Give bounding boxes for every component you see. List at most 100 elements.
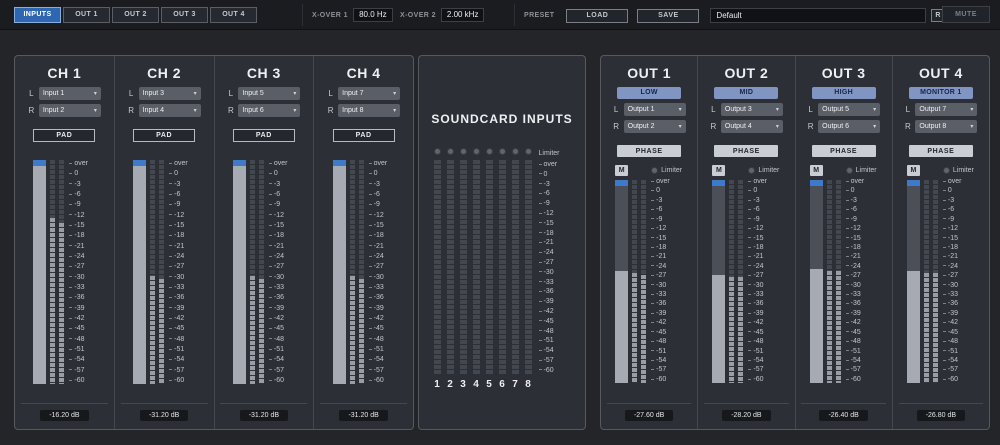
level-meter-left [729,180,735,383]
phase-button[interactable]: PHASE [908,145,973,157]
pad-button[interactable]: PAD [33,129,96,142]
limiter-row: Limiter [748,165,780,175]
right-output-select[interactable]: Output 6 ▾ [818,120,881,133]
level-meter [472,160,480,374]
right-output-select[interactable]: Output 8 ▾ [915,120,978,133]
fader-fill [809,269,823,383]
pad-button[interactable]: PAD [133,129,196,142]
channel-title: CH 4 [346,65,381,81]
left-input-select[interactable]: Input 1 ▾ [38,87,101,100]
gain-fader[interactable] [809,180,823,383]
gain-fader[interactable] [232,160,246,384]
fader-handle[interactable] [906,180,920,186]
mute-channel-button[interactable]: M [809,165,823,176]
meter-scale: over 0 -3 -6 -9 -12 -15 -18 -21 -24 -27 -30 -33 -36 -3… [748,178,780,383]
fader-handle[interactable] [232,160,246,166]
band-badge[interactable]: MONITOR 1 [908,87,973,99]
tab-out-4[interactable]: OUT 4 [210,7,257,23]
save-button[interactable]: SAVE [637,8,700,23]
strip-bottom: -31.20 dB [314,403,413,429]
level-meter [524,160,532,374]
mute-channel-button[interactable]: M [615,165,629,176]
limiter-led [498,148,506,155]
gain-fader[interactable] [332,160,346,384]
right-output-select[interactable]: Output 2 ▾ [623,120,686,133]
band-badge[interactable]: HIGH [811,87,876,99]
tab-inputs[interactable]: INPUTS [14,7,61,23]
phase-button[interactable]: PHASE [811,145,876,157]
top-toolbar: INPUTS OUT 1 OUT 2 OUT 3 OUT 4 X-OVER 1 … [0,0,1000,30]
left-output-value: Output 5 [822,106,849,113]
toolbar-divider [302,4,303,26]
pad-button[interactable]: PAD [332,129,395,142]
tab-out-3[interactable]: OUT 3 [161,7,208,23]
right-output-select[interactable]: Output 4 ▾ [720,120,783,133]
gain-fader[interactable] [712,180,726,383]
chevron-down-icon: ▾ [93,108,97,114]
tab-out-1[interactable]: OUT 1 [63,7,110,23]
xover2-group: X-OVER 2 2.00 kHz [400,8,485,22]
fader-handle[interactable] [33,160,47,166]
output-strip-3: OUT 3 HIGH L Output 5 ▾ R Output 6 ▾ PHA… [796,56,893,429]
right-input-value: Input 6 [242,107,264,114]
pad-button[interactable]: PAD [232,129,295,142]
gain-fader[interactable] [33,160,47,384]
fader-handle[interactable] [809,180,823,186]
limiter-led [472,148,480,155]
mute-button[interactable]: MUTE [942,6,990,23]
level-meter-right [258,160,264,384]
tab-out-2[interactable]: OUT 2 [112,7,159,23]
left-input-select[interactable]: Input 7 ▾ [338,87,401,100]
level-meter-right [159,160,165,384]
meter-block: M Limiter over 0 -3 -6 -9 -12 -15 -18 -21 -24 -27-… [906,165,975,383]
limiter-led [942,166,950,174]
phase-button[interactable]: PHASE [617,145,682,157]
left-output-select[interactable]: Output 1 ▾ [623,103,686,116]
level-meter [498,160,506,374]
fader-handle[interactable] [332,160,346,166]
band-badge[interactable]: LOW [617,87,682,99]
left-output-select[interactable]: Output 3 ▾ [720,103,783,116]
mute-channel-button[interactable]: M [712,165,726,176]
fader-handle[interactable] [133,160,147,166]
left-input-select[interactable]: Input 3 ▾ [138,87,201,100]
limiter-label: Limiter [855,166,877,174]
level-meter-right [59,160,65,384]
right-output-value: Output 8 [919,123,947,130]
gain-fader[interactable] [133,160,147,384]
fader-handle[interactable] [615,180,629,186]
limiter-led [459,148,467,155]
left-output-value: Output 1 [627,106,655,113]
channel-strip-3: CH 3 L Input 5 ▾ R Input 6 ▾ PAD over 0 … [215,56,315,429]
band-badge[interactable]: MID [714,87,779,99]
divider [320,403,408,404]
right-input-select[interactable]: Input 6 ▾ [238,104,301,117]
right-input-select[interactable]: Input 4 ▾ [138,104,201,117]
preset-name-input[interactable] [710,8,927,23]
left-input-select[interactable]: Input 5 ▾ [238,87,301,100]
fader-handle[interactable] [712,180,726,186]
left-output-select[interactable]: Output 5 ▾ [818,103,881,116]
level-meter [446,160,454,374]
right-source-row: R Output 2 ▾ [613,120,686,133]
phase-button[interactable]: PHASE [714,145,779,157]
xover2-value[interactable]: 2.00 kHz [440,8,485,22]
right-source-row: R Input 6 ▾ [227,104,301,117]
meter-scale: over 0 -3 -6 -9 -12 -15 -18 -21 -24 -27 -30 -33 -36 -3… [69,160,95,384]
gain-fader[interactable] [906,180,920,383]
meter-block: over 0 -3 -6 -9 -12 -15 -18 -21 -24 -27 -30 -33 -36 -3… [33,160,95,384]
gain-fader[interactable] [615,180,629,383]
right-input-select[interactable]: Input 8 ▾ [338,104,401,117]
meter-scale-column: Limiter over 0 -3 -6 -9 -12 -15 -18 -21 -24 -27 -30… [539,148,571,374]
level-meter [433,160,441,374]
left-input-value: Input 3 [142,90,165,97]
chevron-down-icon: ▾ [873,107,877,113]
right-input-select[interactable]: Input 2 ▾ [38,104,101,117]
left-output-select[interactable]: Output 7 ▾ [915,103,978,116]
mute-channel-button[interactable]: M [906,165,920,176]
left-label: L [613,105,619,114]
toolbar-divider [514,4,515,26]
soundcard-meter-7: 7 [511,148,519,390]
xover1-value[interactable]: 80.0 Hz [352,8,393,22]
load-button[interactable]: LOAD [566,8,629,23]
